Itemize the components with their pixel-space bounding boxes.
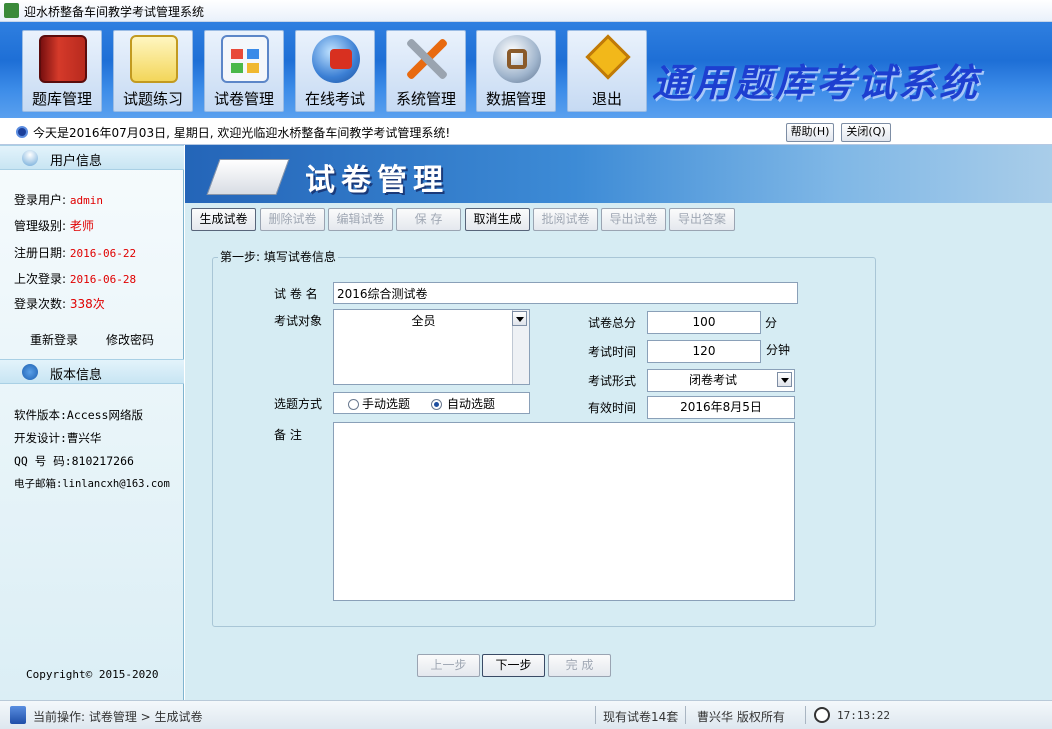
status-bar: 当前操作: 试卷管理 > 生成试卷 现有试卷14套 曹兴华 版权所有 17:13… [0,700,1052,729]
auto-select-radio[interactable] [431,399,442,410]
notepad-pencil-icon [130,35,178,83]
fieldset-legend: 第一步: 填写试卷信息 [218,248,338,265]
status-copyright: 曹兴华 版权所有 [697,710,785,724]
welcome-message: 今天是2016年07月03日, 星期日, 欢迎光临迎水桥整备车间教学考试管理系统… [33,126,451,140]
export-paper-button[interactable]: 导出试卷 [601,208,666,231]
exam-form-label: 考试形式 [588,374,637,388]
status-divider [685,706,686,724]
delete-paper-button[interactable]: 删除试卷 [260,208,325,231]
sidebar: 用户信息 登录用户: admin 管理级别: 老师 注册日期: 2016-06-… [0,145,184,700]
note-textarea[interactable] [333,422,795,601]
user-last-login-row: 上次登录: 2016-06-28 [14,272,137,286]
toolbar-button-online-exam[interactable]: 在线考试 [295,30,375,112]
window-grid-icon [221,35,269,83]
relogin-link[interactable]: 重新登录 [30,331,78,348]
valid-time-input[interactable]: 2016年8月5日 [647,396,795,419]
total-score-label: 试卷总分 [588,316,637,330]
valid-time-label: 有效时间 [588,401,637,415]
exam-target-label: 考试对象 [274,314,323,328]
select-mode-label: 选题方式 [274,397,323,411]
clock-icon [814,707,830,723]
window-title: 迎水桥整备车间教学考试管理系统 [24,5,205,19]
paper-name-input[interactable]: 2016综合测试卷 [333,282,798,304]
sidebar-copyright: Copyright© 2015-2020 [26,668,159,681]
page-title: 试卷管理 [305,163,449,198]
info-bar: 今天是2016年07月03日, 星期日, 欢迎光临迎水桥整备车间教学考试管理系统… [0,118,1052,145]
version-developer: 开发设计:曹兴华 [14,431,102,445]
close-button[interactable]: 关闭(Q) [841,123,891,142]
version-info-header: 版本信息 [0,359,184,384]
note-label: 备 注 [274,428,302,442]
version-email: 电子邮箱:linlancxh@163.com [14,478,170,490]
exam-target-list[interactable]: 全员 [333,309,530,385]
status-time: 17:13:22 [837,709,890,722]
globe-plug-icon [312,35,360,83]
exam-time-label: 考试时间 [588,345,637,359]
exam-target-value: 全员 [411,314,436,328]
tools-icon [403,35,451,83]
chevron-down-icon[interactable] [512,311,527,326]
toolbar-button-exit[interactable]: 退出 [567,30,647,112]
current-operation: 当前操作: 试卷管理 > 生成试卷 [33,710,203,724]
review-paper-button[interactable]: 批阅试卷 [533,208,598,231]
toolbar-button-data-management[interactable]: 数据管理 [476,30,556,112]
user-login-count-row: 登录次数: 338次 [14,297,105,311]
user-login-row: 登录用户: admin [14,193,103,207]
auto-select-label: 自动选题 [447,397,496,411]
exam-form-select[interactable]: 闭卷考试 [647,369,795,392]
user-icon [22,150,38,166]
total-score-input[interactable]: 100 [647,311,761,334]
page-banner: 试卷管理 [185,145,1052,203]
select-mode-group: 手动选题 自动选题 [333,392,530,414]
info-icon [22,364,38,380]
warning-sign-icon [584,34,632,83]
network-link-icon [493,35,541,83]
user-info-header: 用户信息 [0,145,184,170]
brand-title: 通用题库考试系统 [652,60,981,105]
title-bar: 迎水桥整备车间教学考试管理系统 [0,0,1052,22]
info-bullet-icon [16,126,28,138]
change-password-link[interactable]: 修改密码 [106,331,154,348]
toolbar-button-system-management[interactable]: 系统管理 [386,30,466,112]
user-register-row: 注册日期: 2016-06-22 [14,246,137,260]
next-step-button[interactable]: 下一步 [482,654,545,677]
generate-paper-button[interactable]: 生成试卷 [191,208,256,231]
total-score-unit: 分 [765,316,778,330]
paper-count: 现有试卷14套 [603,710,679,724]
manual-select-label: 手动选题 [362,397,411,411]
status-divider [805,706,806,724]
export-answers-button[interactable]: 导出答案 [669,208,735,231]
help-button[interactable]: 帮助(H) [786,123,834,142]
version-qq: QQ 号 码:810217266 [14,454,134,468]
status-divider [595,706,596,724]
exam-time-unit: 分钟 [766,343,791,357]
cancel-generate-button[interactable]: 取消生成 [465,208,530,231]
paper-stack-icon [206,159,290,195]
exam-time-input[interactable]: 120 [647,340,761,363]
finish-button[interactable]: 完 成 [548,654,611,677]
computer-icon [10,706,26,724]
toolbar-button-practice[interactable]: 试题练习 [113,30,193,112]
manual-select-radio[interactable] [348,399,359,410]
toolbar-button-question-bank[interactable]: 题库管理 [22,30,102,112]
save-button[interactable]: 保 存 [396,208,461,231]
paper-name-label: 试 卷 名 [274,287,318,301]
version-software: 软件版本:Access网络版 [14,408,143,422]
notebook-icon [39,35,87,83]
main-toolbar: 题库管理 试题练习 试卷管理 在线考试 系统管理 数据管理 退出 通用题库考试系… [0,22,1052,118]
toolbar-button-paper-management[interactable]: 试卷管理 [204,30,284,112]
user-level-row: 管理级别: 老师 [14,219,94,233]
chevron-down-icon[interactable] [777,372,792,387]
prev-step-button[interactable]: 上一步 [417,654,480,677]
edit-paper-button[interactable]: 编辑试卷 [328,208,393,231]
app-icon [4,3,19,18]
